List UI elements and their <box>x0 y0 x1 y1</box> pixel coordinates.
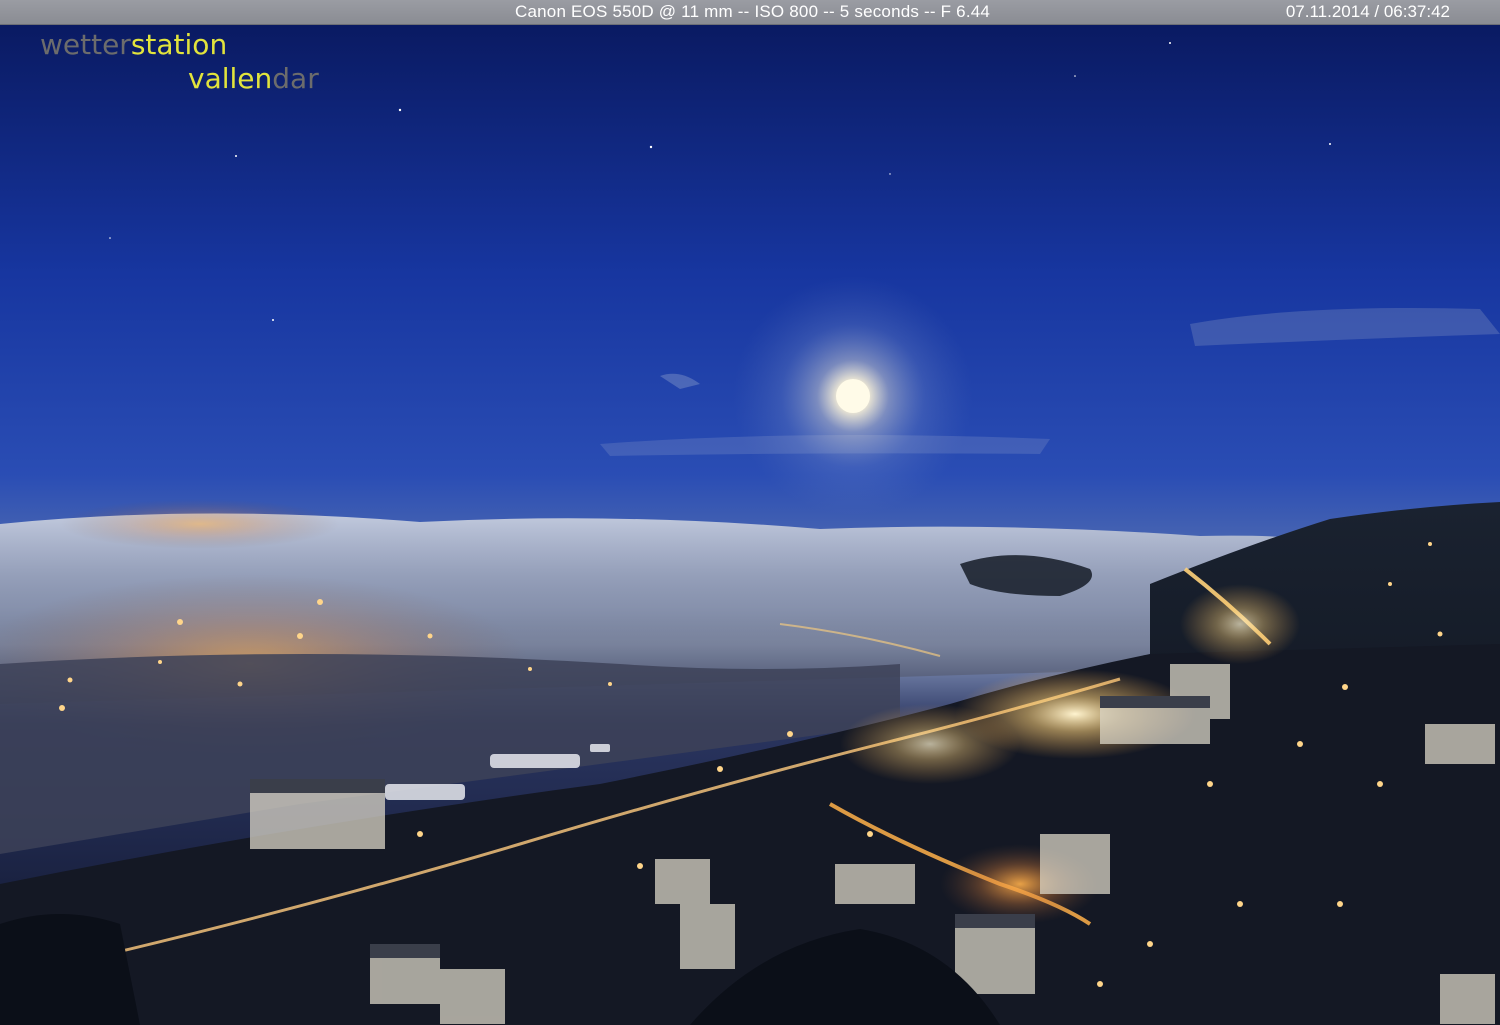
photo-illustration <box>0 24 1500 1025</box>
logo-line-2: vallendar <box>40 62 319 96</box>
logo-word-station: station <box>130 28 228 61</box>
camera-settings-text: Canon EOS 550D @ 11 mm -- ISO 800 -- 5 s… <box>515 2 991 21</box>
logo-word-dar: dar <box>272 62 319 95</box>
foreground-trees-left <box>0 914 140 1025</box>
logo-word-wetter: wetter <box>40 28 131 61</box>
capture-timestamp: 07.11.2014 / 06:37:42 <box>1285 2 1450 21</box>
webcam-photo <box>0 24 1500 1025</box>
logo-line-1: wetterstation <box>40 28 319 62</box>
logo-word-vallen: vallen <box>188 62 273 95</box>
lit-area-right <box>1180 584 1300 664</box>
camera-info-bar: Canon EOS 550D @ 11 mm -- ISO 800 -- 5 s… <box>0 0 1500 25</box>
moon <box>836 379 870 413</box>
lit-area <box>840 704 1020 784</box>
webcam-frame: Canon EOS 550D @ 11 mm -- ISO 800 -- 5 s… <box>0 0 1500 1025</box>
distant-glow <box>60 499 340 549</box>
station-logo: wetterstation vallendar <box>40 28 319 96</box>
